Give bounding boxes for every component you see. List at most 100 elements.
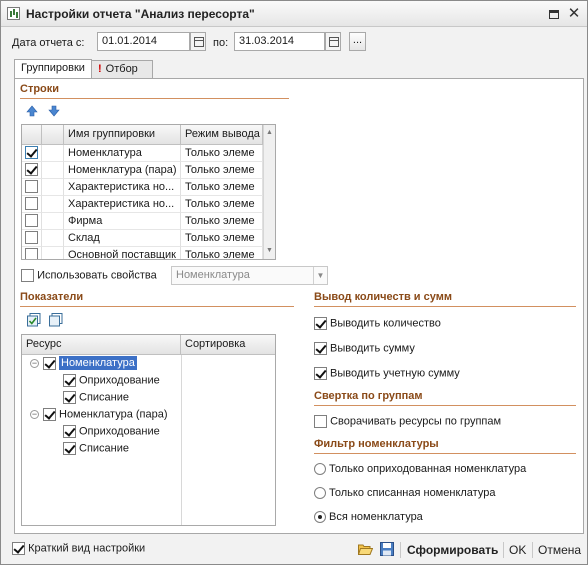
use-props-option[interactable]: Использовать свойства <box>21 269 157 282</box>
output-checkbox[interactable] <box>314 367 327 380</box>
generate-button[interactable]: Сформировать <box>407 543 498 557</box>
row-name-cell[interactable]: Основной поставщик <box>64 247 181 259</box>
save-icon[interactable] <box>380 542 394 556</box>
row-mode-cell[interactable]: Только элеме <box>181 162 263 179</box>
short-view-option[interactable]: Краткий вид настройки <box>12 542 145 555</box>
rows-grid-name-header[interactable]: Имя группировки <box>64 125 181 145</box>
row-checkbox[interactable] <box>25 163 38 176</box>
period-from-label: Дата отчета с: <box>12 37 85 49</box>
row-checkbox-cell[interactable] <box>22 230 42 247</box>
nomenclature-filter-option[interactable]: Только оприходованная номенклатура <box>314 463 526 476</box>
tab-panel-groupings: Строки Имя группировки Режим вывода Номе… <box>14 78 584 534</box>
tab-groupings[interactable]: Группировки <box>14 59 92 78</box>
row-mode-cell[interactable]: Только элеме <box>181 145 263 162</box>
period-to-label: по: <box>213 37 229 49</box>
period-select-button[interactable]: ... <box>349 32 366 51</box>
chevron-down-icon[interactable]: ▼ <box>313 267 327 284</box>
move-down-icon[interactable] <box>47 105 61 119</box>
cancel-button[interactable]: Отмена <box>538 543 581 557</box>
row-checkbox[interactable] <box>25 146 38 159</box>
tab-filter[interactable]: ! Отбор <box>91 60 153 78</box>
short-view-checkbox[interactable] <box>12 542 25 555</box>
filter-radio[interactable] <box>314 463 326 476</box>
row-name-cell[interactable]: Характеристика но... <box>64 179 181 196</box>
row-checkbox[interactable] <box>25 214 38 227</box>
row-checkbox[interactable] <box>25 231 38 244</box>
indicators-resource-header[interactable]: Ресурс <box>22 335 181 355</box>
row-mode-cell[interactable]: Только элеме <box>181 213 263 230</box>
row-name-cell[interactable]: Характеристика но... <box>64 196 181 213</box>
row-checkbox-cell[interactable] <box>22 247 42 259</box>
output-option-label: Выводить учетную сумму <box>330 367 460 380</box>
output-option[interactable]: Выводить учетную сумму <box>314 367 460 380</box>
row-mode-cell[interactable]: Только элеме <box>181 179 263 196</box>
row-mode-cell[interactable]: Только элеме <box>181 247 263 259</box>
row-checkbox-cell[interactable] <box>22 196 42 213</box>
indicators-sort-header[interactable]: Сортировка <box>181 335 275 355</box>
row-checkbox[interactable] <box>25 180 38 193</box>
filter-radio[interactable] <box>314 511 326 524</box>
tree-item-row[interactable]: Списание <box>63 391 129 408</box>
indicators-grid: Ресурс Сортировка − Номенклатура Оприходов… <box>21 334 276 526</box>
tree-item-checkbox[interactable] <box>63 374 76 387</box>
output-option-label: Выводить количество <box>330 317 441 330</box>
rows-scrollbar[interactable]: ▲ ▼ <box>263 125 275 259</box>
collapse-node-icon[interactable]: − <box>30 359 39 368</box>
tree-group-row[interactable]: − Номенклатура (пара) <box>30 408 168 425</box>
collapse-section-title: Свертка по группам <box>314 390 423 402</box>
tree-item-checkbox[interactable] <box>63 391 76 404</box>
tree-group-checkbox[interactable] <box>43 408 56 421</box>
use-props-checkbox[interactable] <box>21 269 34 282</box>
output-checkbox[interactable] <box>314 342 327 355</box>
row-name-cell[interactable]: Номенклатура (пара) <box>64 162 181 179</box>
tree-group-row[interactable]: − Номенклатура <box>30 356 137 374</box>
tree-item-row[interactable]: Списание <box>63 442 129 459</box>
row-name-cell[interactable]: Номенклатура <box>64 145 181 162</box>
output-checkbox[interactable] <box>314 317 327 330</box>
row-checkbox[interactable] <box>25 197 38 210</box>
scroll-down-icon[interactable]: ▼ <box>264 245 275 257</box>
rows-section-title: Строки <box>20 83 60 95</box>
row-checkbox-cell[interactable] <box>22 145 42 162</box>
calendar-from-icon[interactable] <box>190 32 206 51</box>
row-name-cell[interactable]: Фирма <box>64 213 181 230</box>
tree-group-label: Номенклатура <box>59 356 137 371</box>
rows-grid-mode-header[interactable]: Режим вывода <box>181 125 263 145</box>
period-from-field[interactable]: 01.01.2014 <box>97 32 190 51</box>
uncheck-all-icon[interactable] <box>49 313 63 327</box>
tree-item-checkbox[interactable] <box>63 425 76 438</box>
open-folder-icon[interactable] <box>357 542 374 556</box>
close-icon[interactable]: ✕ <box>565 5 583 23</box>
calendar-to-icon[interactable] <box>325 32 341 51</box>
nomenclature-filter-option[interactable]: Только списанная номенклатура <box>314 487 495 500</box>
window-title: Настройки отчета "Анализ пересорта" <box>26 7 255 21</box>
filter-radio[interactable] <box>314 487 326 500</box>
row-checkbox-cell[interactable] <box>22 179 42 196</box>
tree-item-row[interactable]: Оприходование <box>63 374 160 391</box>
row-mode-cell[interactable]: Только элеме <box>181 230 263 247</box>
check-all-icon[interactable] <box>27 313 41 327</box>
collapse-checkbox[interactable] <box>314 415 327 428</box>
tree-item-row[interactable]: Оприходование <box>63 425 160 442</box>
maximize-icon[interactable] <box>545 5 563 23</box>
row-mode-cell[interactable]: Только элеме <box>181 196 263 213</box>
collapse-option[interactable]: Сворачивать ресурсы по группам <box>314 415 501 428</box>
ok-button[interactable]: OK <box>509 543 526 557</box>
row-icon-cell <box>42 179 64 196</box>
tree-group-checkbox[interactable] <box>43 357 56 370</box>
rows-grid-icon-header <box>42 125 64 145</box>
row-icon-cell <box>42 162 64 179</box>
output-option[interactable]: Выводить сумму <box>314 342 415 355</box>
move-up-icon[interactable] <box>25 105 39 119</box>
row-checkbox[interactable] <box>25 248 38 259</box>
output-option[interactable]: Выводить количество <box>314 317 441 330</box>
scroll-up-icon[interactable]: ▲ <box>264 127 275 139</box>
row-checkbox-cell[interactable] <box>22 162 42 179</box>
props-combo[interactable]: Номенклатура ▼ <box>171 266 328 285</box>
nomenclature-filter-option[interactable]: Вся номенклатура <box>314 511 423 524</box>
row-name-cell[interactable]: Склад <box>64 230 181 247</box>
row-checkbox-cell[interactable] <box>22 213 42 230</box>
period-to-field[interactable]: 31.03.2014 <box>234 32 325 51</box>
collapse-node-icon[interactable]: − <box>30 410 39 419</box>
tree-item-checkbox[interactable] <box>63 442 76 455</box>
